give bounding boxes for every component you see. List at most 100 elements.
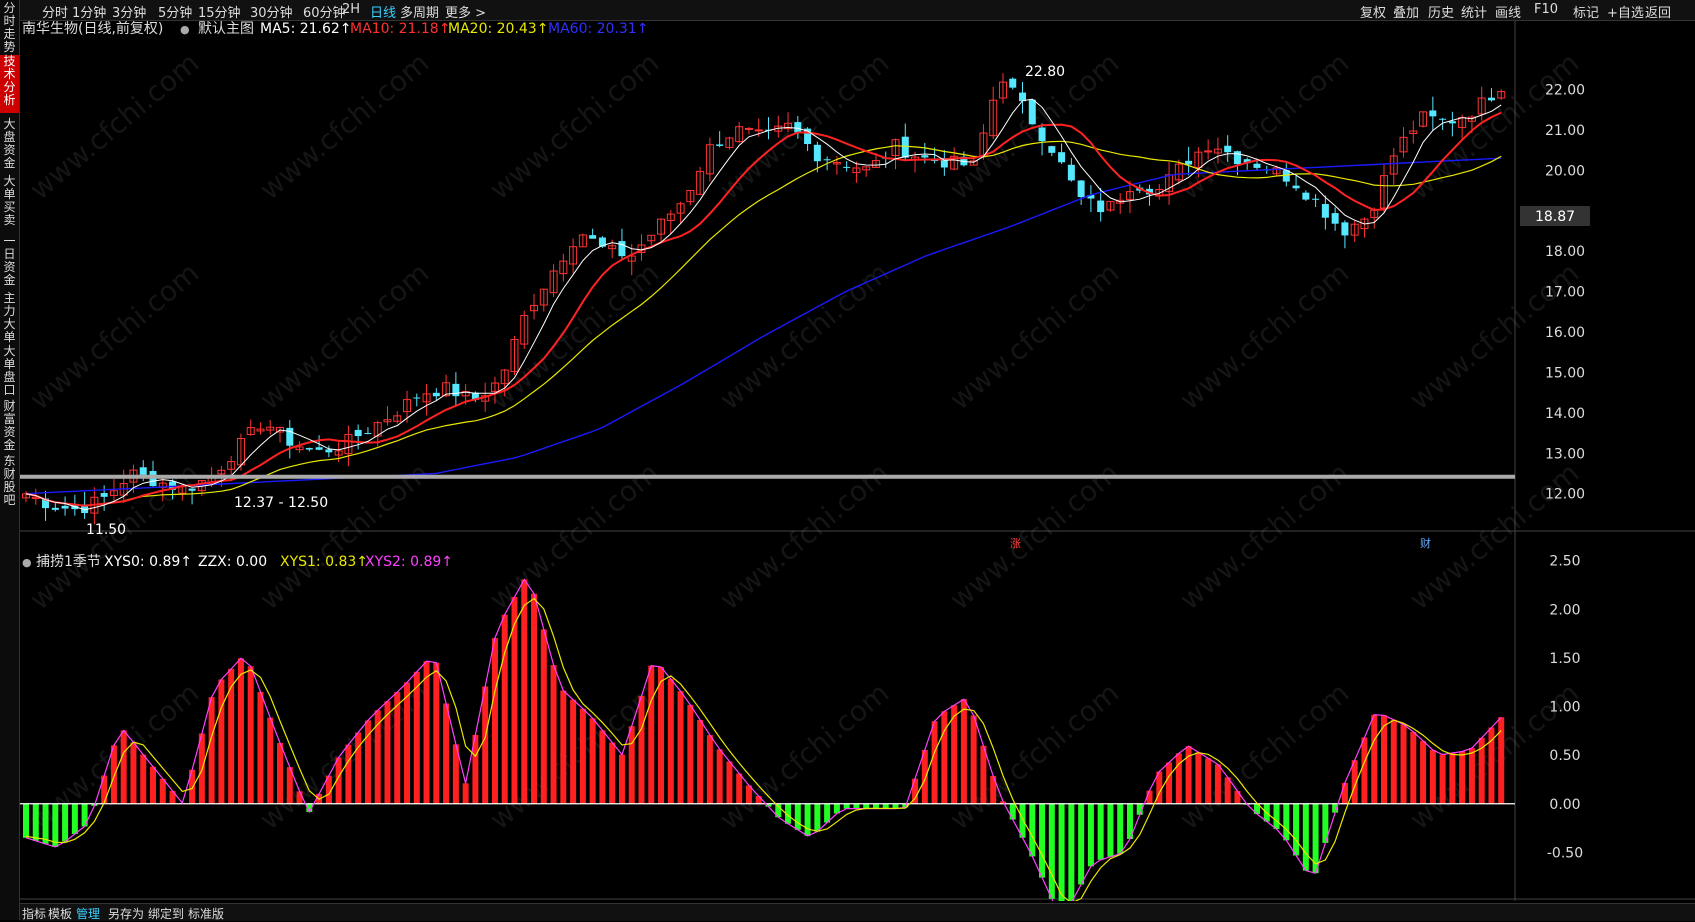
toolbar-button-6[interactable]: 标记 [1573, 2, 1599, 21]
chart-area[interactable]: www.cfchi.com www.cfchi.com www.cfchi.com w… [20, 21, 1695, 901]
candle-down [1321, 204, 1329, 218]
candle-down [618, 241, 626, 257]
indicator-bar [980, 745, 987, 804]
indicator-button-4[interactable]: 绑定到 [148, 905, 184, 922]
candle-down [1058, 152, 1066, 163]
indicator-bar [71, 803, 78, 835]
candle-down [716, 144, 724, 146]
indicator-button-2[interactable]: 管理 [76, 905, 100, 922]
period-tab-8[interactable]: 日线 [370, 2, 396, 21]
side-tab-0[interactable]: 分时走势 [0, 2, 19, 54]
candle-down [823, 159, 831, 161]
candle-down [100, 493, 108, 497]
price-tick: 22.00 [1545, 83, 1585, 99]
candle-down [1028, 99, 1036, 125]
price-tick: 15.00 [1545, 365, 1585, 381]
indicator-bar [1459, 751, 1466, 804]
period-tab-5[interactable]: 30分钟 [250, 2, 293, 21]
toolbar-button-2[interactable]: 历史 [1428, 2, 1454, 21]
candle-down [1048, 146, 1056, 153]
xys1-label: XYS1: 0.83↑ [280, 554, 368, 570]
side-tab-7[interactable]: 财富资金 [0, 400, 19, 452]
indicator-bar [1283, 803, 1290, 841]
period-tab-3[interactable]: 5分钟 [158, 2, 192, 21]
watermark-2: www.cfchi.com [483, 46, 665, 206]
side-tab-6[interactable]: 大单盘口 [0, 345, 19, 397]
indicator-tick: 0.00 [1549, 797, 1580, 813]
candle-down [1302, 192, 1310, 200]
indicator-name: 捕捞1季节 [36, 554, 101, 570]
toolbar-button-3[interactable]: 统计 [1461, 2, 1487, 21]
indicator-bar [413, 671, 420, 804]
indicator-tick: 2.50 [1549, 554, 1580, 570]
candle-down [1429, 110, 1437, 117]
watermark-18: www.cfchi.com [943, 456, 1125, 616]
indicator-bar [609, 742, 616, 804]
indicator-bar [1097, 803, 1104, 860]
indicator-button-0[interactable]: 指标 [22, 905, 46, 922]
indicator-bar [159, 778, 166, 804]
indicator-bar [462, 783, 469, 804]
toolbar-button-1[interactable]: 叠加 [1393, 2, 1419, 21]
period-tab-2[interactable]: 3分钟 [112, 2, 146, 21]
indicator-bar [628, 726, 635, 804]
side-tab-8[interactable]: 东财股吧 [0, 455, 19, 513]
indicator-button-3[interactable]: 另存为 [108, 905, 144, 922]
indicator-bar [511, 597, 518, 804]
period-tab-7[interactable]: 2H [342, 2, 360, 17]
toolbar-button-5[interactable]: F10 [1534, 2, 1558, 17]
indicator-bar [1009, 803, 1016, 820]
indicator-bar [579, 708, 586, 804]
side-tab-2[interactable]: 大盘资金 [0, 118, 19, 170]
indicator-bar [130, 742, 137, 804]
candle-down [843, 166, 851, 168]
indicator-tick: 2.00 [1549, 602, 1580, 618]
indicator-bar [618, 754, 625, 804]
candle-down [51, 507, 59, 510]
indicator-bar [345, 744, 352, 804]
indicator-button-1[interactable]: 模板 [48, 905, 72, 922]
candle-down [1185, 160, 1193, 165]
candle-down [413, 397, 421, 399]
indicator-settings-icon: ● [22, 556, 32, 569]
period-tab-6[interactable]: 60分钟 [303, 2, 346, 21]
candle-down [305, 448, 313, 450]
toolbar-button-4[interactable]: 画线 [1495, 2, 1521, 21]
indicator-bar [355, 732, 362, 804]
indicator-bar [267, 717, 274, 804]
side-tab-5[interactable]: 主力大单 [0, 292, 19, 344]
side-tab-4[interactable]: 一日资金 [0, 235, 19, 287]
indicator-bar [941, 711, 948, 804]
toolbar-button-0[interactable]: 复权 [1360, 2, 1386, 21]
indicator-button-5[interactable]: 标准版 [188, 905, 224, 922]
period-tab-0[interactable]: 分时 [42, 2, 68, 21]
candle-down [1067, 164, 1075, 181]
candle-up [744, 127, 753, 130]
period-tab-9[interactable]: 多周期 [400, 2, 439, 21]
indicator-bar [1058, 803, 1065, 901]
indicator-bar [110, 745, 117, 804]
indicator-tick: 0.50 [1549, 748, 1580, 764]
xys0-label: XYS0: 0.89↑ [104, 554, 192, 570]
period-tab-4[interactable]: 15分钟 [198, 2, 241, 21]
watermark-8: www.cfchi.com [253, 256, 435, 416]
indicator-bar [1361, 737, 1368, 804]
side-tab-3[interactable]: 大单买卖 [0, 175, 19, 230]
period-tab-10[interactable]: 更多 > [445, 2, 486, 21]
indicator-bar [1224, 777, 1231, 804]
current-price: 18.87 [1535, 209, 1575, 225]
template-label: 默认主图 [198, 21, 254, 37]
toolbar-button-8[interactable]: 返回 [1645, 2, 1671, 21]
indicator-bar [1048, 803, 1055, 899]
indicator-bar [42, 803, 49, 844]
zzx-label: ZZX: 0.00 [198, 554, 267, 570]
candle-down [589, 235, 597, 239]
indicator-bar [697, 720, 704, 804]
indicator-bar [277, 742, 284, 804]
period-tab-1[interactable]: 1分钟 [72, 2, 106, 21]
ma10-label: MA10: 21.18↑ [350, 21, 450, 37]
toolbar-button-7[interactable]: +自选 [1607, 2, 1644, 21]
indicator-bar [931, 721, 938, 804]
indicator-bar [560, 690, 567, 804]
side-tab-1[interactable]: 技术分析 [0, 55, 19, 113]
